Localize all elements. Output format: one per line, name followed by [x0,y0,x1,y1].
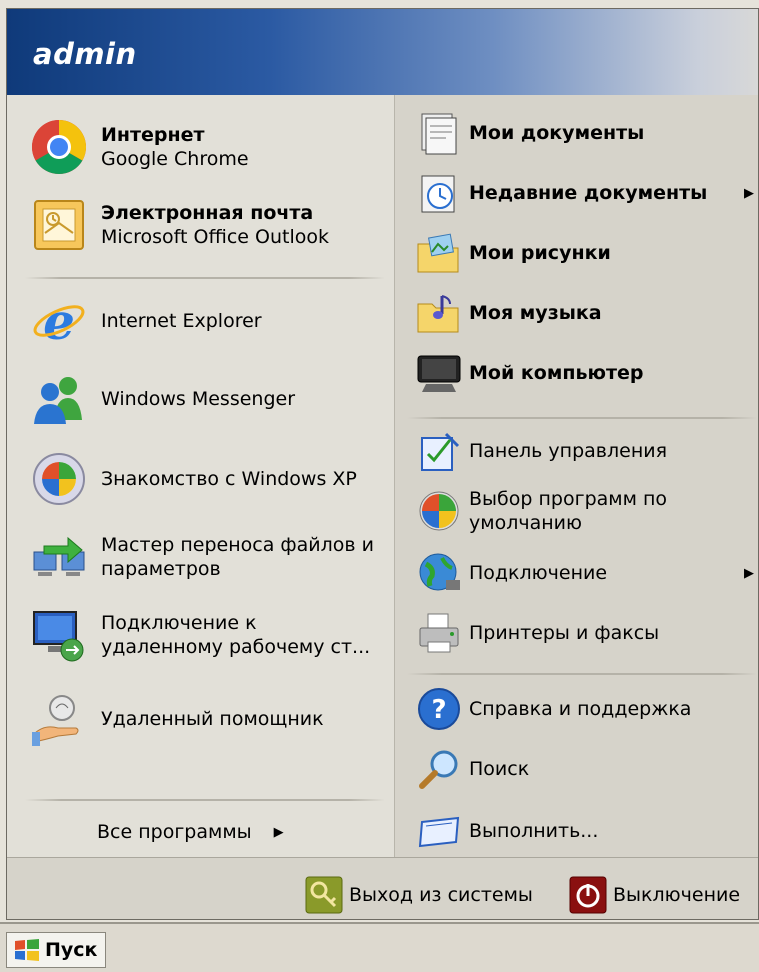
separator [407,417,757,419]
pinned-item-sublabel: Microsoft Office Outlook [101,226,329,248]
logoff-button[interactable]: Выход из системы [305,876,533,914]
start-menu-footer: Выход из системы Выключение [7,857,758,919]
system-item-printers[interactable]: Принтеры и факсы [395,607,758,659]
pinned-item-sublabel: Google Chrome [101,148,249,170]
windows-flag-icon [15,939,39,961]
my-documents-icon [413,107,465,159]
svg-text:e: e [43,293,75,349]
system-item-label: Подключение [469,562,608,584]
program-item-label-line2: удаленному рабочему ст... [101,636,371,658]
place-item-label: Моя музыка [469,302,602,324]
ie-icon: e [29,291,89,351]
system-item-label-line1: Выбор программ по [469,488,668,510]
start-menu-left-pane: Интернет Google Chrome Электронная почта… [7,95,395,857]
program-item-xp-tour[interactable]: Знакомство с Windows XP [7,449,357,509]
system-item-search[interactable]: Поиск [395,743,758,795]
search-icon [413,743,465,795]
system-item-label: Справка и поддержка [469,698,692,720]
place-item-my-music[interactable]: Моя музыка [395,287,758,339]
outlook-icon [29,195,89,255]
chrome-icon [29,117,89,177]
connect-icon [413,547,465,599]
help-icon: ? [413,683,465,735]
my-music-icon [413,287,465,339]
program-item-windows-messenger[interactable]: Windows Messenger [7,369,295,429]
program-item-label-line2: параметров [101,558,221,580]
transfer-wizard-icon [29,527,89,587]
my-pictures-icon [413,227,465,279]
program-item-remote-assistance[interactable]: Удаленный помощник [7,689,324,749]
pinned-item-label: Электронная почта [101,202,314,224]
user-name: admin [33,37,137,71]
control-panel-icon [413,425,465,477]
start-button[interactable]: Пуск [6,932,106,968]
all-programs-label: Все программы [97,821,252,843]
default-programs-icon [413,485,465,537]
remote-assistance-icon [29,689,89,749]
place-item-recent-documents[interactable]: Недавние документы ▶ [395,167,758,219]
system-item-connect[interactable]: Подключение ▶ [395,547,758,599]
system-item-label: Поиск [469,758,530,780]
system-item-label: Принтеры и факсы [469,622,660,644]
program-item-transfer-wizard[interactable]: Мастер переноса файлов и параметров [7,527,374,587]
system-item-label: Панель управления [469,440,668,462]
recent-documents-icon [413,167,465,219]
separator [25,277,385,279]
printers-icon [413,607,465,659]
separator [407,673,757,675]
pinned-item-label: Интернет [101,124,205,146]
shutdown-label: Выключение [613,884,741,906]
system-item-help[interactable]: ? Справка и поддержка [395,683,758,735]
program-item-label: Windows Messenger [101,388,296,410]
shutdown-button[interactable]: Выключение [569,876,740,914]
program-item-label: Удаленный помощник [101,708,324,730]
system-item-label-line2: умолчанию [469,512,582,534]
chevron-right-icon: ▶ [744,185,754,201]
system-item-run[interactable]: Выполнить... [395,805,758,857]
program-item-label-line1: Подключение к [101,612,257,634]
power-icon [569,876,607,914]
program-item-label: Знакомство с Windows XP [101,468,357,490]
pinned-item-internet[interactable]: Интернет Google Chrome [7,117,249,177]
system-item-default-programs[interactable]: Выбор программ по умолчанию [395,485,758,537]
place-item-my-computer[interactable]: Мой компьютер [395,347,758,399]
start-menu-header: admin [7,9,758,95]
chevron-right-icon: ▶ [744,565,754,581]
place-item-label: Недавние документы [469,182,708,204]
key-icon [305,876,343,914]
place-item-label: Мои рисунки [469,242,611,264]
my-computer-icon [413,347,465,399]
start-menu-right-pane: Мои документы Недавние документы ▶ Мои р… [395,95,758,857]
system-item-label: Выполнить... [469,820,599,842]
place-item-my-pictures[interactable]: Мои рисунки [395,227,758,279]
program-item-label-line1: Мастер переноса файлов и [101,534,374,556]
logoff-label: Выход из системы [349,884,533,906]
separator [25,799,385,801]
program-item-internet-explorer[interactable]: e Internet Explorer [7,291,262,351]
start-button-label: Пуск [45,939,98,961]
remote-desktop-icon [29,605,89,665]
start-menu: admin Интернет Google Chrome Электронная… [6,8,759,920]
chevron-right-icon: ▶ [273,824,284,840]
program-item-label: Internet Explorer [101,310,262,332]
messenger-icon [29,369,89,429]
program-item-remote-desktop[interactable]: Подключение к удаленному рабочему ст... [7,605,370,665]
all-programs-button[interactable]: Все программы ▶ [97,821,284,843]
system-item-control-panel[interactable]: Панель управления [395,425,758,477]
pinned-item-email[interactable]: Электронная почта Microsoft Office Outlo… [7,195,329,255]
place-item-label: Мой компьютер [469,362,644,384]
svg-text:?: ? [431,695,446,725]
xp-tour-icon [29,449,89,509]
place-item-label: Мои документы [469,122,645,144]
taskbar: Пуск [0,922,759,972]
run-icon [413,805,465,857]
place-item-my-documents[interactable]: Мои документы [395,107,758,159]
